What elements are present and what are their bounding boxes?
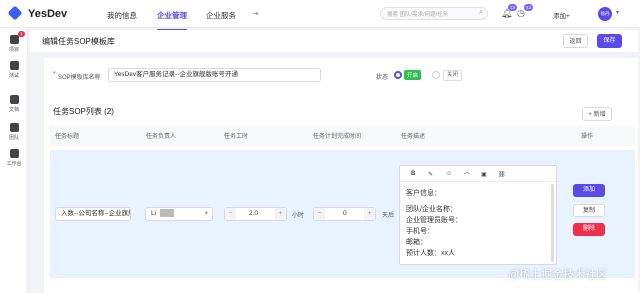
sidebar: 项目 1 测试 文档 团队 工作台 (0, 28, 28, 293)
sidebar-item-label: 工作台 (6, 161, 22, 167)
editor-divider (400, 181, 556, 182)
avatar[interactable]: 徐丹 (598, 7, 612, 21)
sidebar-item-project[interactable]: 项目 (0, 35, 28, 53)
search-input[interactable]: 搜索 团队/需求/问题/任务 ⌕ (380, 7, 488, 20)
add-menu[interactable]: 添加+ (553, 10, 570, 20)
days-value[interactable]: 0 (343, 210, 347, 217)
plus-icon[interactable]: + (275, 208, 286, 220)
column-header-due: 任务计划完成时间 (313, 134, 362, 140)
owner-avatar (159, 209, 174, 218)
days-stepper[interactable]: − 0 + (313, 207, 376, 221)
add-task-button[interactable]: + 新增 (582, 107, 612, 121)
project-icon (9, 35, 19, 44)
owner-value: Li (151, 210, 157, 217)
status-label: 状态 (376, 75, 389, 81)
sidebar-item-test[interactable]: 测试 (0, 61, 28, 79)
watermark: @稀土掘金技术社区 (508, 269, 608, 281)
days-unit: 天后 (382, 213, 395, 219)
name-label: SOP模板库名称 (58, 75, 101, 81)
required-marker: * (53, 71, 56, 78)
page-header: 编辑任务SOP模板库 返回 保存 (30, 30, 638, 52)
list-title: 任务SOP列表 (2) (53, 107, 114, 116)
document-icon (9, 95, 19, 104)
image-icon[interactable]: ▣ (481, 171, 487, 178)
desc-line: 邮箱： (406, 239, 427, 246)
logo-icon[interactable] (7, 5, 23, 21)
nav-my-info[interactable]: 我的信息 (107, 10, 137, 21)
nav-enterprise-service[interactable]: 企业服务 (206, 10, 236, 21)
clock-icon[interactable]: ◷ (517, 8, 525, 19)
task-title-input[interactable]: 入数--公司名称--企业旗舰 (55, 207, 131, 221)
chevron-down-icon[interactable]: ▾ (616, 9, 619, 16)
sidebar-item-label: 文档 (8, 107, 19, 113)
pen-icon[interactable]: ✎ (428, 171, 433, 178)
status-off-label[interactable]: 关闭 (443, 70, 463, 81)
sidebar-item-label: 团队 (8, 135, 19, 141)
sidebar-item-label: 测试 (8, 73, 19, 79)
desc-line: 预计人数：xx人 (406, 250, 455, 257)
sidebar-item-workbench[interactable]: 工作台 (0, 149, 28, 167)
top-bar: YesDev 我的信息 企业管理 企业服务 ⇥ 搜索 团队/需求/问题/任务 ⌕… (0, 0, 640, 31)
row-add-button[interactable]: 添加 (573, 184, 605, 197)
team-icon (9, 123, 19, 132)
hours-unit: 小时 (292, 213, 305, 219)
search-icon: ⌕ (479, 9, 483, 16)
minus-icon[interactable]: − (225, 208, 236, 220)
desc-line: 手机号： (406, 228, 434, 235)
column-header-actions: 操作 (581, 134, 594, 140)
name-input[interactable]: YesDev客户服务记录--企业旗舰版账号开通 (108, 68, 321, 82)
hours-stepper[interactable]: − 2.0 + (224, 207, 287, 221)
sidebar-badge: 1 (18, 31, 25, 37)
test-icon (9, 61, 19, 70)
column-header-title: 任务标题 (55, 134, 80, 140)
desc-line: 客户信息： (406, 190, 441, 197)
status-on-label[interactable]: 开启 (404, 70, 422, 80)
desc-line: 团队/企业名称： (406, 206, 457, 213)
export-icon[interactable]: ⇥ (252, 9, 259, 18)
todo-badge: 42 (524, 4, 534, 11)
bold-icon[interactable]: B (411, 171, 415, 177)
chevron-down-icon: ▾ (204, 210, 208, 217)
brand-name[interactable]: YesDev (28, 8, 67, 20)
return-button[interactable]: 返回 (563, 34, 588, 48)
sidebar-item-team[interactable]: 团队 (0, 123, 28, 141)
row-delete-button[interactable]: 删除 (573, 223, 605, 236)
sidebar-item-label: 项目 (8, 47, 19, 53)
emoji-icon[interactable]: ☺ (446, 171, 452, 177)
editor-scrollbar[interactable] (551, 184, 554, 262)
minus-icon[interactable]: − (314, 208, 325, 220)
notification-badge: 13 (508, 4, 518, 11)
row-copy-button[interactable]: 复制 (573, 204, 605, 217)
desc-line: 企业管理员账号： (406, 217, 462, 224)
link-icon[interactable]: ⛓ (498, 171, 506, 178)
search-placeholder: 搜索 团队/需求/问题/任务 (387, 12, 449, 18)
workbench-icon (9, 149, 19, 158)
save-button[interactable]: 保存 (597, 34, 622, 48)
column-header-owner: 任务负责人 (146, 134, 177, 140)
hours-value[interactable]: 2.0 (249, 210, 258, 217)
status-off-radio[interactable] (432, 71, 440, 79)
page-title: 编辑任务SOP模板库 (42, 37, 115, 46)
status-on-radio[interactable] (394, 71, 402, 79)
plus-icon[interactable]: + (364, 208, 375, 220)
owner-select[interactable]: Li ▾ (145, 207, 213, 221)
column-header-desc: 任务描述 (401, 134, 426, 140)
column-header-hours: 任务工时 (224, 134, 249, 140)
nav-enterprise-management[interactable]: 企业管理 (157, 10, 187, 31)
curve-icon[interactable]: ⌒ (464, 171, 470, 180)
sidebar-item-docs[interactable]: 文档 (0, 95, 28, 113)
